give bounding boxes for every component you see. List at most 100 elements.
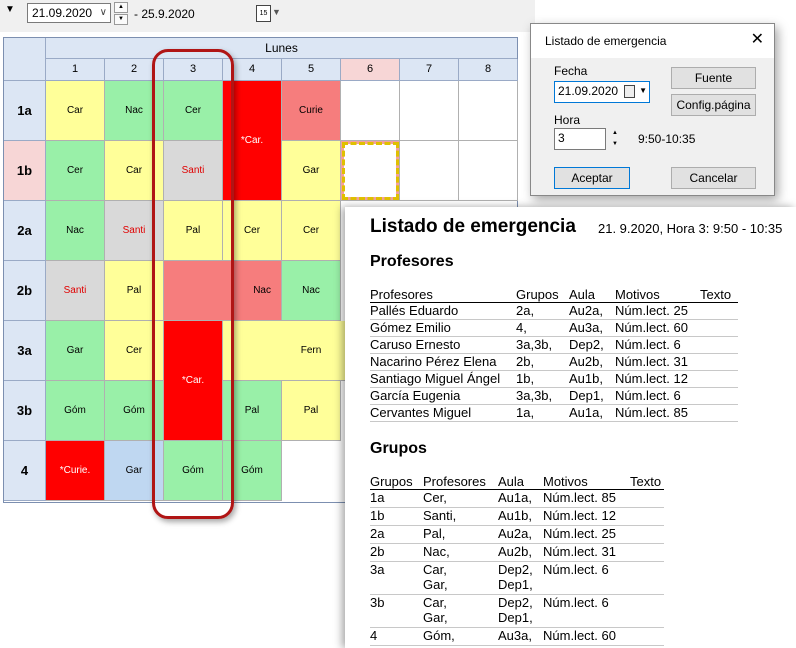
teachers-col-header: Texto [700, 287, 732, 302]
lesson-cell[interactable]: Gar [105, 441, 164, 501]
spin-down-icon[interactable]: ▼ [609, 139, 621, 150]
lesson-cell[interactable]: Pal [223, 381, 282, 441]
spin-up-icon[interactable]: ▲ [114, 2, 128, 13]
lesson-cell[interactable]: Cer [282, 201, 341, 261]
lesson-cell[interactable]: *Curie. [46, 441, 105, 501]
lesson-cell[interactable]: Pal [282, 381, 341, 441]
lesson-cell[interactable]: Gar [282, 141, 341, 201]
lesson-cell[interactable]: Car [46, 81, 105, 141]
date-field[interactable]: 21.09.2020 ▼ [554, 81, 650, 103]
empty-cell[interactable] [341, 141, 400, 201]
period-header: 7 [400, 59, 459, 81]
hour-field[interactable]: 3 [554, 128, 606, 150]
teachers-cell: Dep1, [569, 388, 604, 403]
toolbar: ▼ 21.09.2020 ∨ ▲ ▼ - 25.9.2020 15 ▼ [0, 0, 535, 32]
lesson-cell[interactable]: Santi [164, 141, 223, 201]
lesson-cell[interactable]: *Car. [164, 321, 223, 441]
calendar-icon[interactable] [624, 85, 635, 98]
lesson-cell[interactable]: Nac [105, 81, 164, 141]
ok-button[interactable]: Aceptar [554, 167, 630, 189]
groups-cell: Núm.lect. 6 [543, 595, 609, 610]
page-setup-button[interactable]: Config.página [671, 94, 756, 116]
groups-cell: Au3a, [498, 628, 532, 643]
chevron-down-icon[interactable]: ▼ [639, 82, 647, 100]
spin-down-icon[interactable]: ▼ [114, 14, 128, 25]
groups-cell: Au2b, [498, 544, 532, 559]
teachers-cell: Nacarino Pérez Elena [370, 354, 497, 369]
chevron-down-icon[interactable]: ▼ [272, 7, 281, 17]
groups-cell: Car, Gar, [423, 595, 448, 625]
lesson-cell[interactable]: Santi [46, 261, 105, 321]
hour-spinner[interactable]: ▲ ▼ [609, 128, 621, 150]
period-header: 5 [282, 59, 341, 81]
chevron-down-icon[interactable]: ∨ [100, 4, 107, 22]
row-label: 2a [4, 201, 46, 261]
teachers-cell: 4, [516, 320, 527, 335]
teachers-cell: Au2b, [569, 354, 603, 369]
hour-label: Hora [554, 113, 581, 127]
lesson-cell[interactable]: Nac [46, 201, 105, 261]
groups-cell: 4 [370, 628, 378, 643]
spin-up-icon[interactable]: ▲ [609, 128, 621, 139]
lesson-cell[interactable]: Pal [105, 261, 164, 321]
row-label: 1a [4, 81, 46, 141]
groups-cell: 3a [370, 562, 385, 577]
lesson-cell[interactable]: Góm [223, 441, 282, 501]
groups-cell: Dep2, Dep1, [498, 595, 533, 625]
lesson-cell[interactable]: Santi [105, 201, 164, 261]
teachers-cell: Núm.lect. 85 [615, 405, 688, 420]
emergency-list-dialog: Listado de emergencia ✕ Fecha 21.09.2020… [530, 23, 775, 196]
groups-cell: Dep2, Dep1, [498, 562, 533, 592]
date-spinner[interactable]: ▲ ▼ [114, 2, 128, 25]
lesson-cell[interactable]: Góm [164, 441, 223, 501]
groups-cell: Au1a, [498, 490, 532, 505]
lesson-cell[interactable]: Cer [105, 321, 164, 381]
groups-cell: Santi, [423, 508, 457, 523]
empty-cell[interactable] [459, 81, 518, 141]
lesson-cell[interactable]: Cer [164, 81, 223, 141]
teachers-cell: 3a,3b, [516, 337, 553, 352]
period-header: 1 [46, 59, 105, 81]
teachers-cell: 2b, [516, 354, 535, 369]
groups-col-header: Aula [498, 474, 525, 489]
period-header: 4 [223, 59, 282, 81]
groups-cell: 3b [370, 595, 385, 610]
empty-cell[interactable] [400, 141, 459, 201]
cancel-button[interactable]: Cancelar [671, 167, 756, 189]
lesson-cell[interactable]: Gar [46, 321, 105, 381]
close-icon[interactable]: ✕ [751, 30, 764, 50]
groups-cell: Núm.lect. 25 [543, 526, 616, 541]
empty-cell[interactable] [341, 81, 400, 141]
lesson-cell[interactable]: Nac [164, 261, 282, 321]
row-label: 2b [4, 261, 46, 321]
teachers-cell: Santiago Miguel Ángel [370, 371, 501, 386]
lesson-cell[interactable]: Góm [46, 381, 105, 441]
groups-cell: Góm, [423, 628, 455, 643]
calendar-button[interactable]: 15 ▼ [254, 4, 286, 24]
lesson-cell[interactable]: Góm [105, 381, 164, 441]
dropdown-arrow-icon[interactable]: ▼ [2, 2, 18, 18]
empty-cell[interactable] [400, 81, 459, 141]
teachers-cell: Gómez Emilio [370, 320, 451, 335]
font-button[interactable]: Fuente [671, 67, 756, 89]
dialog-titlebar: Listado de emergencia ✕ [531, 24, 774, 58]
lesson-cell[interactable]: Nac [282, 261, 341, 321]
report-subtitle: 21. 9.2020, Hora 3: 9:50 - 10:35 [598, 221, 783, 236]
lesson-cell[interactable]: Cer [223, 201, 282, 261]
groups-cell: 2b [370, 544, 385, 559]
emergency-report: Listado de emergencia 21. 9.2020, Hora 3… [345, 207, 796, 648]
start-date-input[interactable]: 21.09.2020 ∨ [27, 3, 111, 23]
lesson-cell[interactable]: Curie [282, 81, 341, 141]
lesson-cell[interactable]: Car [105, 141, 164, 201]
teachers-cell: Cervantes Miguel [370, 405, 472, 420]
period-header: 8 [459, 59, 518, 81]
teachers-cell: Núm.lect. 25 [615, 303, 688, 318]
row-rule [370, 421, 738, 422]
lesson-cell[interactable]: Pal [164, 201, 223, 261]
empty-cell[interactable] [459, 141, 518, 201]
lesson-cell[interactable]: *Car. [223, 81, 282, 201]
report-title: Listado de emergencia [370, 216, 576, 237]
groups-section-title: Grupos [370, 440, 427, 457]
teachers-cell: Núm.lect. 31 [615, 354, 688, 369]
lesson-cell[interactable]: Cer [46, 141, 105, 201]
